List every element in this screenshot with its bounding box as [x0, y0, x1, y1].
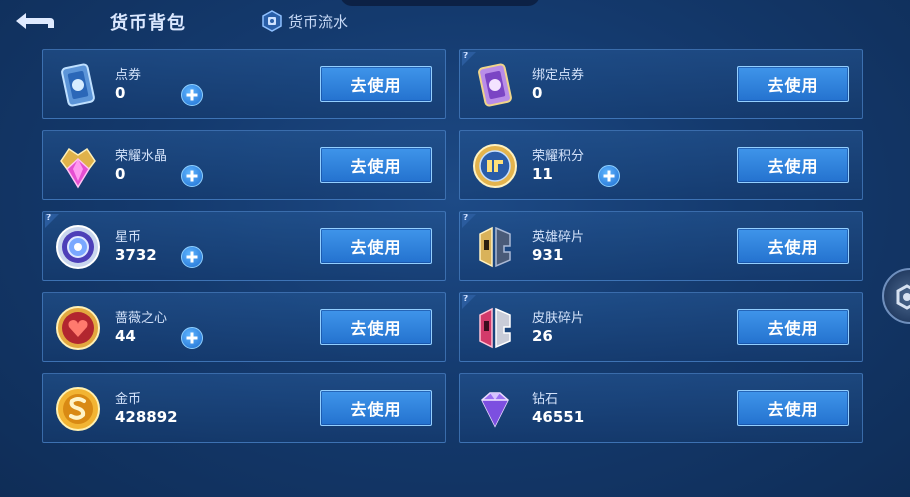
currency-card-bound-coupon: ? 绑定点券 0 去使用 [459, 49, 863, 119]
currency-name: 蔷薇之心 [115, 311, 168, 326]
use-diamond-button[interactable]: 去使用 [737, 390, 849, 426]
currency-count: 0 [115, 165, 126, 183]
use-gold-coin-button[interactable]: 去使用 [320, 390, 432, 426]
currency-card-coupon: 点券 0 去使用 [42, 49, 446, 119]
currency-name: 荣耀水晶 [115, 149, 168, 164]
currency-card-gold-coin: 金币 428892 去使用 [42, 373, 446, 443]
add-rose-heart-button[interactable] [181, 327, 203, 349]
currency-name: 点券 [115, 68, 142, 83]
currency-count: 44 [115, 327, 136, 345]
use-coupon-button[interactable]: 去使用 [320, 66, 432, 102]
currency-card-glory-points: 荣耀积分 11 去使用 [459, 130, 863, 200]
use-star-coin-button[interactable]: 去使用 [320, 228, 432, 264]
star-coin-icon [53, 222, 103, 272]
currency-count: 26 [532, 327, 553, 345]
hero-fragment-icon [470, 222, 520, 272]
currency-count: 428892 [115, 408, 178, 426]
bound-coupon-card-icon [470, 60, 520, 110]
use-glory-crystal-button[interactable]: 去使用 [320, 147, 432, 183]
currency-name: 荣耀积分 [532, 149, 585, 164]
currency-count: 0 [115, 84, 126, 102]
back-button[interactable] [10, 6, 58, 36]
currency-name: 钻石 [532, 392, 559, 407]
tab-currency-flow[interactable]: 货币流水 [262, 9, 348, 33]
use-glory-points-button[interactable]: 去使用 [737, 147, 849, 183]
diamond-icon [470, 384, 520, 434]
coupon-card-icon [53, 60, 103, 110]
currency-name: 金币 [115, 392, 142, 407]
currency-card-hero-fragment: ? 英雄碎片 931 去使用 [459, 211, 863, 281]
glory-crystal-icon [53, 141, 103, 191]
side-settings-button[interactable] [882, 268, 910, 324]
add-coupon-button[interactable] [181, 84, 203, 106]
currency-flow-icon [262, 10, 282, 32]
add-star-coin-button[interactable] [181, 246, 203, 268]
currency-count: 931 [532, 246, 564, 264]
currency-card-star-coin: ? 星币 3732 去使用 [42, 211, 446, 281]
use-hero-fragment-button[interactable]: 去使用 [737, 228, 849, 264]
back-arrow-icon [16, 13, 54, 29]
add-glory-crystal-button[interactable] [181, 165, 203, 187]
currency-card-skin-fragment: ? 皮肤碎片 26 去使用 [459, 292, 863, 362]
currency-card-glory-crystal: 荣耀水晶 0 去使用 [42, 130, 446, 200]
currency-count: 0 [532, 84, 543, 102]
currency-count: 46551 [532, 408, 585, 426]
currency-flow-label: 货币流水 [288, 12, 349, 31]
glory-points-icon [470, 141, 520, 191]
rose-heart-icon [53, 303, 103, 353]
currency-card-rose-heart: 蔷薇之心 44 去使用 [42, 292, 446, 362]
page-title: 货币背包 [110, 13, 186, 34]
gold-coin-icon [53, 384, 103, 434]
use-rose-heart-button[interactable]: 去使用 [320, 309, 432, 345]
currency-name: 皮肤碎片 [532, 311, 585, 326]
skin-fragment-icon [470, 303, 520, 353]
currency-name: 星币 [115, 230, 142, 245]
currency-count: 3732 [115, 246, 157, 264]
gear-icon [896, 284, 910, 310]
currency-card-diamond: 钻石 46551 去使用 [459, 373, 863, 443]
use-bound-coupon-button[interactable]: 去使用 [737, 66, 849, 102]
use-skin-fragment-button[interactable]: 去使用 [737, 309, 849, 345]
currency-name: 绑定点券 [532, 68, 585, 83]
currency-count: 11 [532, 165, 553, 183]
top-bar: 货币背包 货币流水 [0, 0, 910, 44]
currency-name: 英雄碎片 [532, 230, 585, 245]
add-glory-points-button[interactable] [598, 165, 620, 187]
